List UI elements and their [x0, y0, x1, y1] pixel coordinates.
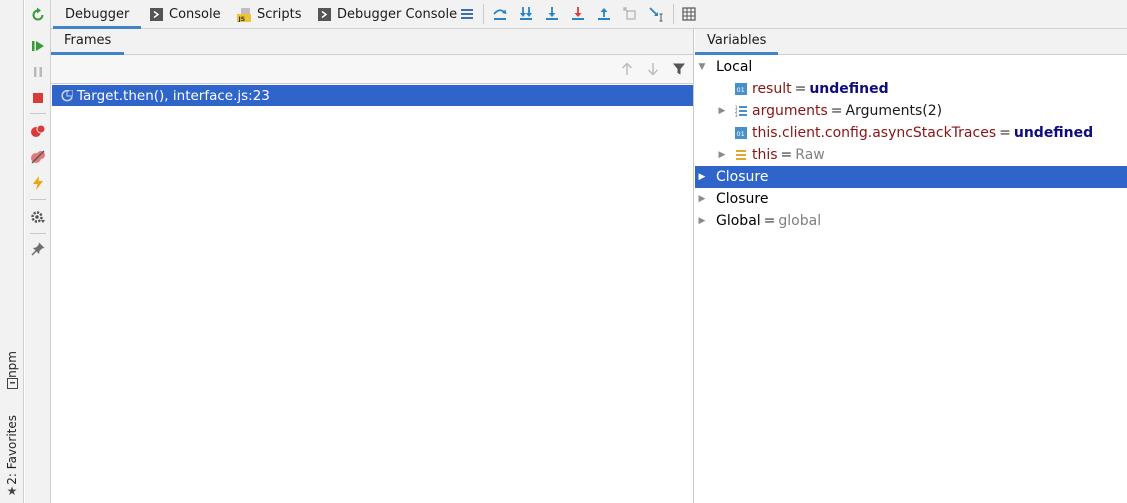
star-icon: ★ [6, 483, 18, 498]
favorites-tool-window-button[interactable]: ★ 2: Favorites [0, 408, 24, 500]
frame-icon [60, 89, 74, 103]
scope-closure[interactable]: ▶ Closure [695, 166, 1127, 188]
svg-text:3: 3 [735, 113, 738, 117]
equals-sign: = [794, 81, 807, 97]
run-to-cursor-icon[interactable] [647, 5, 665, 23]
evaluate-expression-icon[interactable] [680, 5, 698, 23]
debugger-toolbar: Debugger Console JS Scripts Debugger Con… [51, 0, 1127, 29]
scope-local[interactable]: ▼ Local [695, 56, 1127, 78]
scope-closure[interactable]: ▶ Closure [695, 188, 1127, 210]
separator [483, 4, 484, 24]
frames-title: Frames [64, 33, 112, 48]
variables-header: Variables [695, 29, 1127, 55]
rerun-icon[interactable] [29, 6, 47, 24]
scope-value: global [778, 213, 822, 229]
js-script-icon: JS [237, 7, 251, 22]
collapsed-arrow-icon[interactable]: ▶ [717, 106, 727, 116]
variable-row[interactable]: ▶ this = Raw [695, 144, 1127, 166]
force-step-into-icon[interactable] [517, 5, 535, 23]
collapsed-arrow-icon[interactable]: ▶ [697, 216, 707, 226]
console-icon [149, 8, 163, 22]
separator [30, 233, 46, 234]
object-icon [735, 149, 747, 161]
npm-icon [6, 378, 18, 389]
collapsed-arrow-icon[interactable]: ▶ [697, 172, 707, 182]
scope-label: Closure [716, 169, 769, 185]
step-into-icon[interactable] [543, 5, 561, 23]
frame-item[interactable]: Target.then(), interface.js:23 [52, 85, 693, 106]
variable-value: undefined [1013, 125, 1094, 141]
frames-header: Frames [51, 29, 693, 55]
tab-frames[interactable]: Frames [51, 29, 125, 55]
variable-row[interactable]: 01 result = undefined [695, 78, 1127, 100]
variables-title: Variables [707, 33, 767, 48]
variable-row[interactable]: ▶ 123 arguments = Arguments(2) [695, 100, 1127, 122]
equals-sign: = [999, 125, 1011, 141]
variable-row[interactable]: 01 this.client.config.asyncStackTraces =… [695, 122, 1127, 144]
separator [30, 199, 46, 200]
tab-debugger[interactable]: Debugger [53, 0, 142, 29]
npm-label: npm [5, 351, 19, 378]
console-icon [317, 8, 331, 22]
step-out-icon[interactable] [595, 5, 613, 23]
variable-name: this [752, 147, 778, 163]
variable-name: this.client.config.asyncStackTraces [752, 125, 997, 141]
step-over-icon[interactable] [491, 5, 509, 23]
tab-debugger-console-label: Debugger Console [337, 7, 458, 22]
variable-name: arguments [752, 103, 828, 119]
frames-panel: Frames Target.then(), interface.js:23 [51, 29, 694, 503]
collapsed-arrow-icon[interactable]: ▶ [717, 150, 727, 160]
drop-frame-icon[interactable] [621, 5, 639, 23]
tab-debugger-label: Debugger [65, 7, 130, 22]
frame-label: Target.then(), interface.js:23 [77, 87, 270, 104]
variable-value: Raw [795, 147, 825, 163]
mute-breakpoints-icon[interactable] [29, 148, 47, 166]
npm-tool-window-button[interactable]: npm [0, 345, 24, 393]
variables-panel: Variables ▼ Local 01 result = undefined … [695, 29, 1127, 503]
tab-variables[interactable]: Variables [695, 29, 779, 55]
force-step-into-red-icon[interactable] [569, 5, 587, 23]
tab-scripts-label: Scripts [257, 7, 302, 22]
array-icon: 123 [735, 105, 747, 117]
tab-console-label: Console [169, 7, 221, 22]
svg-text:01: 01 [737, 86, 745, 94]
collapsed-arrow-icon[interactable]: ▶ [697, 194, 707, 204]
equals-sign: = [830, 103, 843, 119]
tab-console[interactable]: Console [149, 0, 221, 29]
resume-icon[interactable] [29, 37, 47, 55]
svg-text:JS: JS [238, 16, 246, 22]
expanded-arrow-icon[interactable]: ▼ [697, 62, 707, 72]
primitive-icon: 01 [735, 83, 747, 95]
lightning-icon[interactable] [29, 174, 47, 192]
equals-sign: = [763, 213, 776, 229]
pin-icon[interactable] [29, 240, 47, 258]
equals-sign: = [780, 147, 793, 163]
scope-label: Global [716, 213, 761, 229]
tool-window-stripe: npm ★ 2: Favorites [0, 0, 24, 503]
pause-icon[interactable] [29, 63, 47, 81]
separator [30, 113, 46, 114]
scope-global[interactable]: ▶ Global = global [695, 210, 1127, 232]
scope-label: Closure [716, 191, 769, 207]
scope-local-label: Local [716, 59, 753, 75]
tab-scripts[interactable]: JS Scripts [237, 0, 301, 29]
favorites-label: 2: Favorites [5, 415, 19, 485]
settings-icon[interactable] [29, 208, 47, 226]
variable-value: undefined [809, 81, 889, 97]
filter-icon[interactable] [671, 61, 687, 77]
variable-name: result [752, 81, 792, 97]
separator [673, 4, 674, 24]
frames-toolbar [51, 55, 693, 84]
arrow-up-icon[interactable] [619, 61, 635, 77]
debugger-action-bar [25, 0, 51, 503]
svg-text:01: 01 [737, 130, 745, 138]
stop-icon[interactable] [29, 89, 47, 107]
view-breakpoints-icon[interactable] [29, 122, 47, 140]
tab-debugger-console[interactable]: Debugger Console [317, 0, 457, 29]
layout-menu-icon[interactable] [458, 5, 476, 23]
variable-value: Arguments(2) [845, 103, 943, 119]
arrow-down-icon[interactable] [645, 61, 661, 77]
primitive-icon: 01 [735, 127, 747, 139]
